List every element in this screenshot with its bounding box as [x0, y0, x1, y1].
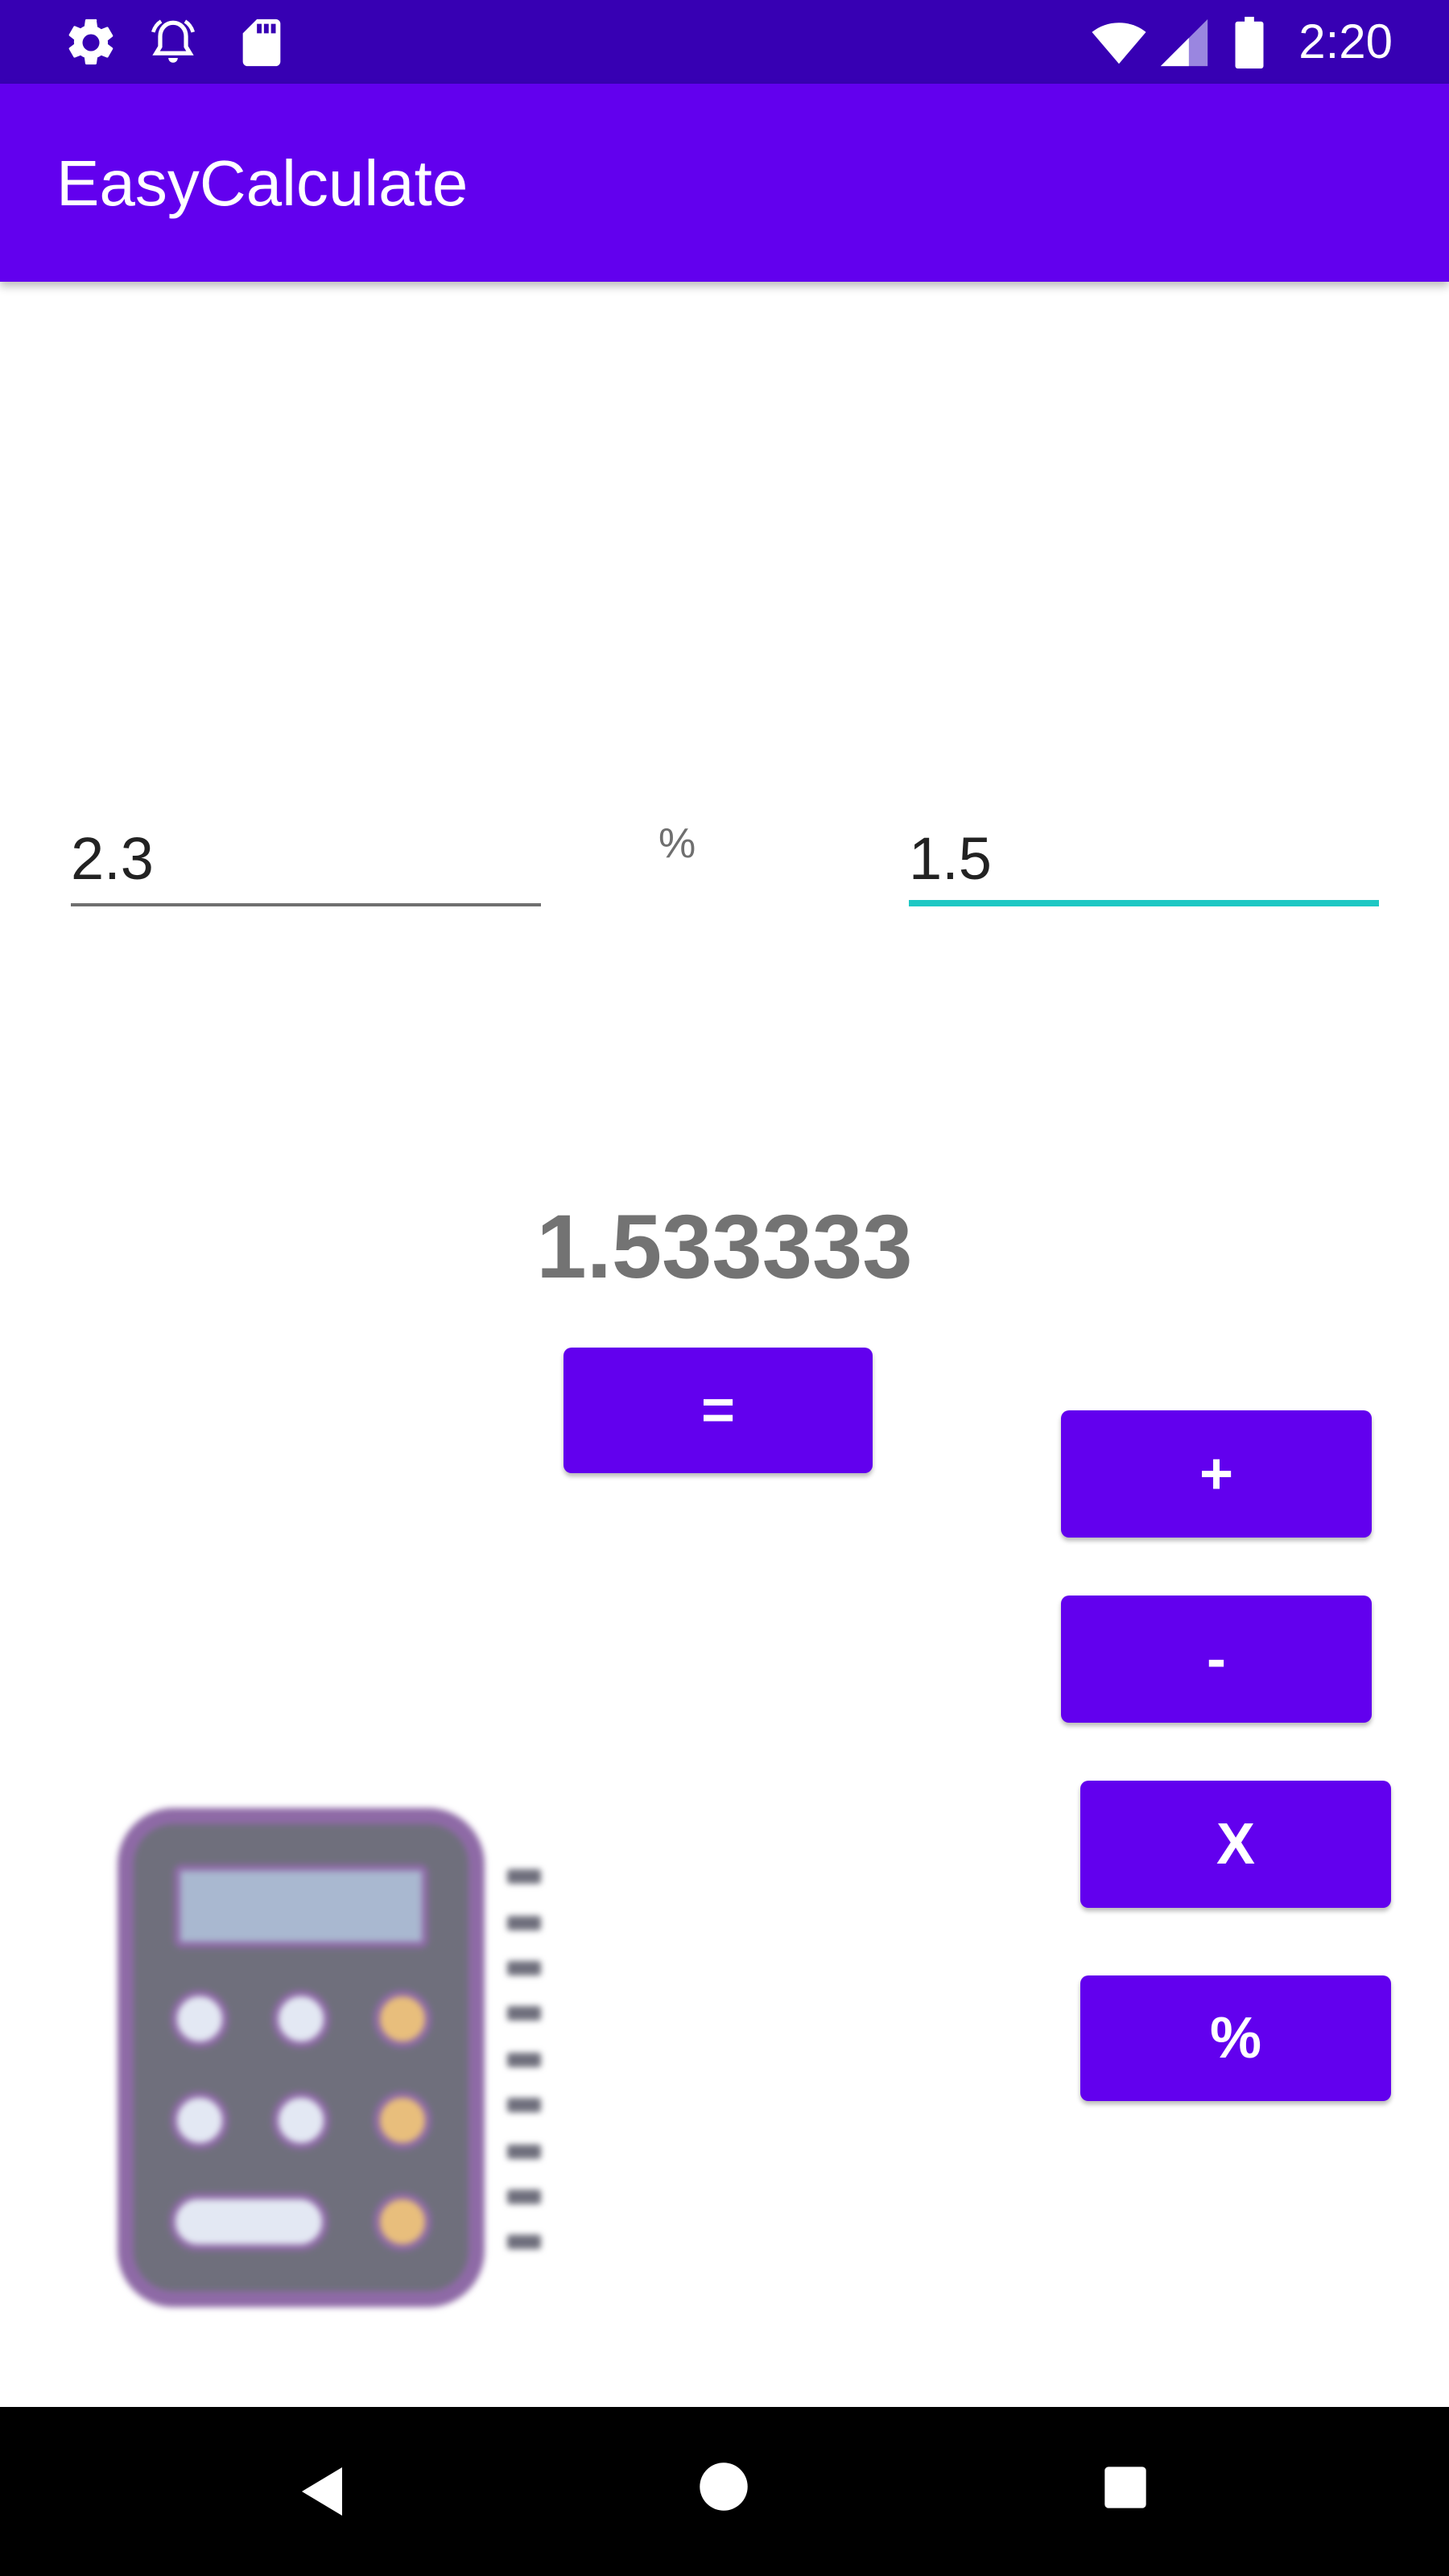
percent-button[interactable]: % [1080, 1975, 1391, 2101]
first-operand-input[interactable] [71, 818, 541, 898]
calculator-display [174, 1864, 428, 1948]
battery-icon [1235, 16, 1264, 69]
app-title: EasyCalculate [56, 147, 469, 219]
result-display: 1.5333333 [515, 1191, 934, 1319]
first-operand-field[interactable] [71, 818, 541, 906]
status-time: 2:20 [1298, 14, 1393, 68]
status-bar: 2:20 [0, 0, 1449, 84]
calculator-icon [118, 1808, 541, 2307]
second-operand-underline [909, 900, 1379, 906]
subtract-button[interactable]: - [1061, 1596, 1372, 1723]
back-icon[interactable] [298, 2465, 346, 2518]
alarm-icon [151, 19, 196, 63]
recents-icon[interactable] [1103, 2465, 1148, 2510]
equals-button[interactable]: = [564, 1348, 873, 1473]
cell-signal-icon [1160, 19, 1208, 67]
add-button[interactable]: + [1061, 1410, 1372, 1538]
calculator-keys [169, 1990, 431, 2251]
sd-card-icon [242, 19, 281, 67]
calculator-edge-ticks [507, 1869, 541, 2249]
first-operand-underline [71, 903, 541, 906]
wifi-icon [1092, 23, 1146, 64]
second-operand-field[interactable] [909, 818, 1379, 906]
multiply-button[interactable]: X [1080, 1781, 1391, 1908]
operator-label: % [658, 820, 696, 867]
home-icon[interactable] [699, 2462, 749, 2512]
settings-icon [68, 19, 114, 65]
navigation-bar [0, 2407, 1449, 2576]
app-bar: EasyCalculate [0, 84, 1449, 282]
second-operand-input[interactable] [909, 818, 1379, 898]
result-text: 1.5333333 [536, 1196, 913, 1319]
